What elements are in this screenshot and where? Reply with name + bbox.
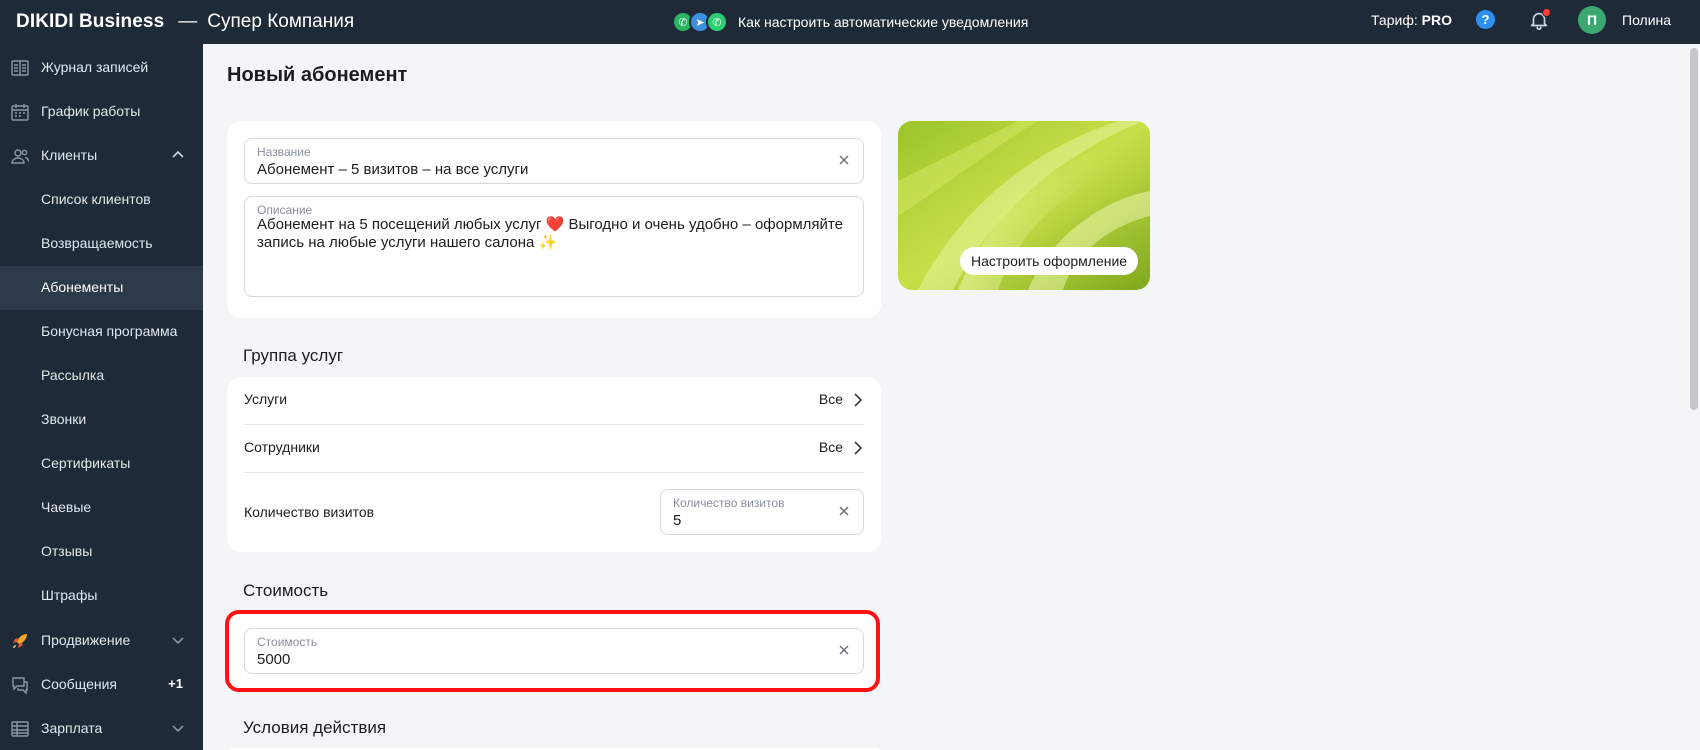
sidebar-item-label: Список клиентов	[41, 191, 151, 207]
chevron-up-icon	[172, 150, 184, 158]
messages-count-badge: +1	[168, 676, 183, 691]
promo-banner[interactable]: ✆ ➤ ✆ Как настроить автоматические уведо…	[672, 6, 1028, 38]
promo-text: Как настроить автоматические уведомления	[738, 14, 1029, 30]
sidebar-item-bonus[interactable]: Бонусная программа	[0, 310, 203, 354]
sidebar-item-promotion[interactable]: Продвижение	[0, 619, 203, 663]
sidebar: Журнал записей График работы Клиенты Спи…	[0, 44, 203, 750]
sidebar-item-label: Зарплата	[41, 720, 103, 736]
help-icon[interactable]: ?	[1476, 10, 1495, 29]
clients-icon	[11, 149, 30, 164]
sidebar-item-label: Журнал записей	[41, 59, 149, 75]
name-field-value[interactable]: Абонемент – 5 визитов – на все услуги	[257, 161, 528, 178]
sidebar-item-label: Абонементы	[41, 279, 124, 295]
brand-separator: —	[178, 11, 198, 32]
sidebar-item-label: График работы	[41, 103, 141, 119]
sidebar-item-label: Продвижение	[41, 632, 131, 648]
scrollbar-thumb[interactable]	[1690, 48, 1698, 410]
brand-logo[interactable]: DIKIDI Business	[16, 11, 164, 33]
sidebar-item-certificates[interactable]: Сертификаты	[0, 442, 203, 486]
rocket-icon	[13, 634, 27, 648]
description-field[interactable]: Описание Абонемент на 5 посещений любых …	[244, 196, 864, 297]
chevron-right-icon	[854, 393, 863, 407]
name-field-label: Название	[257, 145, 311, 159]
sidebar-item-salary[interactable]: Зарплата	[0, 707, 203, 750]
calendar-icon	[11, 104, 29, 121]
service-group-card: Услуги Все Сотрудники Все Количество виз…	[227, 377, 881, 552]
tariff-label: Тариф:	[1371, 12, 1418, 28]
clear-icon[interactable]	[837, 153, 851, 167]
salary-icon	[11, 721, 29, 737]
conditions-section-title: Условия действия	[243, 718, 387, 737]
services-row[interactable]: Услуги Все	[227, 377, 881, 424]
cost-section-title: Стоимость	[243, 581, 329, 600]
messages-icon	[12, 677, 28, 695]
chevron-right-icon	[854, 441, 863, 455]
avatar[interactable]: П	[1578, 6, 1606, 34]
user-name[interactable]: Полина	[1622, 12, 1671, 28]
visits-count-field-value[interactable]: 5	[673, 512, 681, 529]
journal-icon	[11, 60, 29, 76]
tariff-value: PRO	[1421, 12, 1452, 28]
viber-icon: ✆	[706, 11, 728, 33]
service-group-title: Группа услуг	[243, 346, 344, 365]
sidebar-item-schedule[interactable]: График работы	[0, 90, 203, 134]
sidebar-item-fines[interactable]: Штрафы	[0, 574, 203, 618]
page-title: Новый абонемент	[227, 64, 408, 86]
sidebar-item-client-list[interactable]: Список клиентов	[0, 178, 203, 222]
sidebar-item-label: Сертификаты	[41, 455, 131, 471]
sidebar-item-messages[interactable]: Сообщения +1	[0, 663, 203, 707]
services-row-label: Услуги	[244, 391, 288, 407]
notification-dot	[1542, 8, 1551, 17]
top-bar: DIKIDI Business — Супер Компания ✆ ➤ ✆ К…	[0, 0, 1700, 44]
cost-highlight-frame	[225, 610, 880, 692]
sidebar-item-label: Чаевые	[41, 499, 92, 515]
sidebar-item-journal[interactable]: Журнал записей	[0, 46, 203, 90]
staff-row-value: Все	[818, 439, 843, 455]
staff-row-label: Сотрудники	[244, 439, 320, 455]
sidebar-item-clients[interactable]: Клиенты	[0, 134, 203, 178]
sidebar-item-label: Возвращаемость	[41, 235, 153, 251]
visits-count-field[interactable]: Количество визитов 5	[660, 489, 864, 535]
sidebar-item-label: Клиенты	[41, 147, 98, 163]
sidebar-item-label: Отзывы	[41, 543, 93, 559]
sidebar-item-label: Штрафы	[41, 587, 98, 603]
staff-row[interactable]: Сотрудники Все	[227, 425, 881, 472]
tariff-info[interactable]: Тариф: PRO	[1371, 12, 1452, 28]
sidebar-item-retention[interactable]: Возвращаемость	[0, 222, 203, 266]
services-row-value: Все	[818, 391, 843, 407]
sidebar-item-reviews[interactable]: Отзывы	[0, 530, 203, 574]
description-field-value[interactable]: Абонемент на 5 посещений любых услуг ❤️ …	[257, 216, 843, 252]
messenger-icons: ✆ ➤ ✆	[672, 11, 728, 33]
chevron-down-icon	[172, 637, 184, 645]
name-field[interactable]: Название Абонемент – 5 визитов – на все …	[244, 138, 864, 184]
sidebar-item-label: Рассылка	[41, 367, 105, 383]
description-field-label: Описание	[257, 203, 313, 217]
visits-count-field-label: Количество визитов	[673, 496, 785, 510]
visits-row-label: Количество визитов	[244, 504, 375, 520]
sidebar-item-mailing[interactable]: Рассылка	[0, 354, 203, 398]
chevron-down-icon	[172, 725, 184, 733]
sidebar-item-label: Сообщения	[41, 676, 117, 692]
sidebar-item-subscriptions[interactable]: Абонементы	[0, 266, 203, 310]
customize-design-button[interactable]: Настроить оформление	[960, 247, 1139, 275]
main-info-card: Название Абонемент – 5 визитов – на все …	[227, 121, 881, 318]
sidebar-item-label: Бонусная программа	[41, 323, 178, 339]
sidebar-item-label: Звонки	[41, 411, 87, 427]
clear-icon[interactable]	[837, 504, 851, 518]
company-name[interactable]: Супер Компания	[207, 11, 354, 33]
sidebar-item-calls[interactable]: Звонки	[0, 398, 203, 442]
sidebar-item-tips[interactable]: Чаевые	[0, 486, 203, 530]
